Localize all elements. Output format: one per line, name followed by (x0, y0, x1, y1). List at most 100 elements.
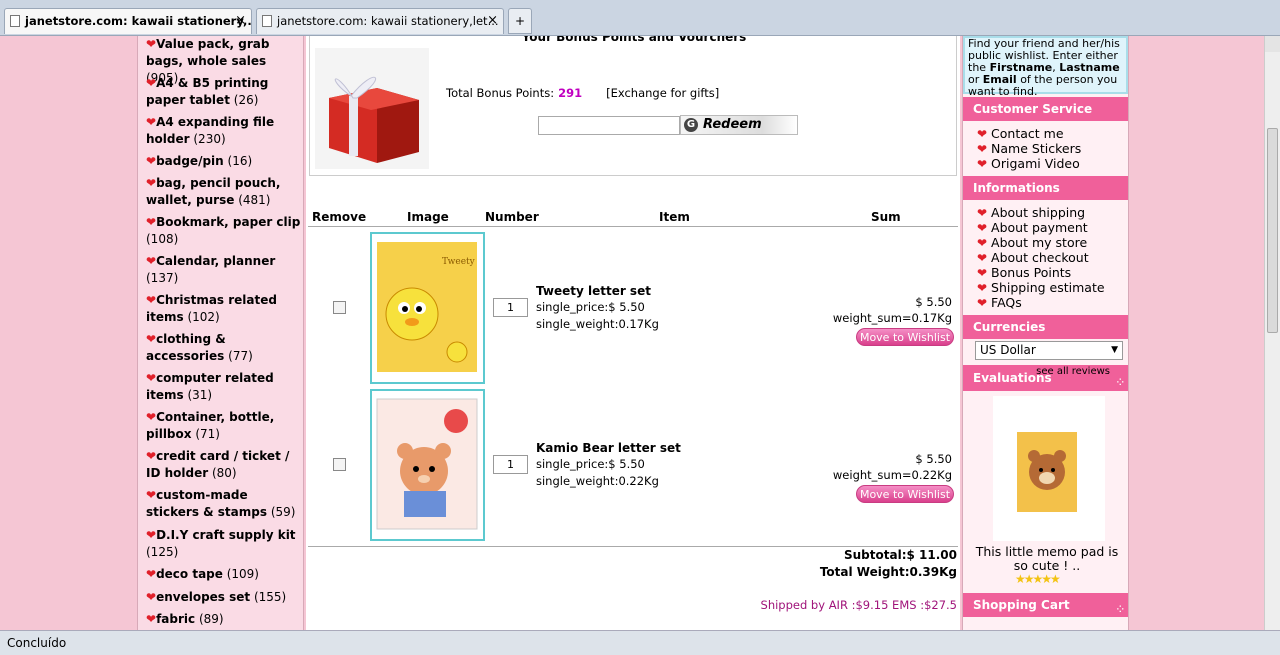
heart-icon: ❤ (146, 293, 157, 307)
category-link[interactable]: ❤bag, pencil pouch, wallet, purse (481) (146, 175, 301, 209)
see-all-reviews-link[interactable]: see all reviews (1036, 367, 1110, 377)
info-link[interactable]: ❤ Bonus Points (977, 265, 1071, 281)
product-image[interactable] (370, 389, 485, 541)
evaluations-heading: Evaluations see all reviews ⁘ (963, 365, 1128, 391)
category-count: (31) (187, 388, 213, 402)
currency-select[interactable]: US Dollar ▼ (975, 341, 1123, 360)
remove-checkbox[interactable] (333, 301, 346, 314)
header-item: Item (659, 210, 690, 224)
dots-icon: ⁘ (1116, 378, 1124, 388)
item-weight-sum: weight_sum=0.22Kg (832, 468, 952, 482)
heart-icon: ❤ (977, 127, 988, 141)
info-link[interactable]: ❤ About payment (977, 220, 1088, 236)
heart-icon: ❤ (977, 296, 988, 310)
category-name: badge/pin (156, 154, 224, 168)
product-details: single_price:$ 5.50 single_weight:0.22Kg (536, 456, 659, 490)
divider (308, 546, 958, 547)
link-label: About my store (991, 235, 1088, 250)
category-name: Calendar, planner (156, 254, 276, 268)
customer-service-heading: Customer Service (963, 97, 1128, 121)
heart-icon: ❤ (977, 281, 988, 295)
link-label: Origami Video (991, 156, 1080, 171)
heart-icon: ❤ (146, 371, 157, 385)
page-viewport: ❤Value pack, grab bags, whole sales (905… (0, 36, 1264, 630)
quantity-input[interactable]: 1 (493, 298, 528, 317)
shipping-cost: Shipped by AIR :$9.15 EMS :$27.5 (760, 598, 957, 612)
header-number: Number (485, 210, 539, 224)
heart-icon: ❤ (146, 37, 157, 51)
divider (308, 226, 958, 227)
info-link[interactable]: ❤ About checkout (977, 250, 1089, 266)
exchange-gifts-link[interactable]: [Exchange for gifts] (606, 86, 719, 100)
category-link[interactable]: ❤clothing & accessories (77) (146, 331, 301, 365)
product-name[interactable]: Tweety letter set (536, 284, 651, 298)
info-link[interactable]: ❤ Shipping estimate (977, 280, 1105, 296)
wishlist-finder-text: Find your friend and her/his public wish… (963, 36, 1128, 98)
category-link[interactable]: ❤computer related items (31) (146, 370, 301, 404)
category-link[interactable]: ❤fabric (89) (146, 611, 301, 628)
product-details: single_price:$ 5.50 single_weight:0.17Kg (536, 299, 659, 333)
new-tab-button[interactable]: + (508, 8, 532, 34)
category-name: Bookmark, paper clip (156, 215, 301, 229)
heart-icon: ❤ (146, 590, 157, 604)
category-link[interactable]: ❤A4 & B5 printing paper tablet (26) (146, 75, 301, 109)
shopping-cart-heading: Shopping Cart ⁘ (963, 593, 1128, 617)
tab-janetstore-1[interactable]: janetstore.com: kawaii stationery,... × (4, 8, 252, 34)
product-image[interactable]: Tweety (370, 232, 485, 384)
remove-checkbox[interactable] (333, 458, 346, 471)
category-link[interactable]: ❤D.I.Y craft supply kit (125) (146, 527, 301, 561)
category-link[interactable]: ❤Container, bottle, pillbox (71) (146, 409, 301, 443)
category-link[interactable]: ❤Christmas related items (102) (146, 292, 301, 326)
heart-icon: ❤ (977, 236, 988, 250)
link-name-stickers[interactable]: ❤ Name Stickers (977, 141, 1081, 157)
category-link[interactable]: ❤A4 expanding file holder (230) (146, 114, 301, 148)
category-link[interactable]: ❤envelopes set (155) (146, 589, 301, 606)
status-text: Concluído (7, 636, 67, 650)
vertical-scrollbar[interactable] (1264, 36, 1280, 630)
scroll-up-arrow[interactable] (1265, 36, 1280, 52)
heart-icon: ❤ (977, 206, 988, 220)
heart-icon: ❤ (146, 528, 157, 542)
header-image: Image (407, 210, 449, 224)
category-link[interactable]: ❤custom-made stickers & stamps (59) (146, 487, 301, 521)
category-count: (59) (270, 505, 296, 519)
category-count: (26) (233, 93, 259, 107)
heart-icon: ❤ (146, 215, 157, 229)
category-count: (77) (228, 349, 253, 363)
link-origami-video[interactable]: ❤ Origami Video (977, 156, 1080, 172)
category-name: Value pack, grab bags, whole sales (146, 37, 270, 68)
link-label: FAQs (991, 295, 1022, 310)
redeem-button[interactable]: G Redeem (680, 115, 798, 135)
item-sum: $ 5.50 weight_sum=0.22Kg (833, 451, 952, 483)
subtotal: Subtotal:$ 11.00 (844, 548, 957, 562)
info-link[interactable]: ❤ About shipping (977, 205, 1085, 221)
voucher-input[interactable] (538, 116, 680, 135)
scrollbar-thumb[interactable] (1267, 128, 1278, 333)
item-sum-value: $ 5.50 (915, 295, 952, 309)
heart-icon: ❤ (977, 142, 988, 156)
category-name: clothing & accessories (146, 332, 226, 363)
bonus-points-value: 291 (558, 86, 583, 100)
redeem-icon: G (684, 118, 698, 132)
category-link[interactable]: ❤Bookmark, paper clip (108) (146, 214, 301, 248)
status-bar: Concluído (0, 630, 1280, 655)
heart-icon: ❤ (146, 154, 157, 168)
close-icon[interactable]: × (235, 9, 246, 33)
category-link[interactable]: ❤deco tape (109) (146, 566, 301, 583)
info-link[interactable]: ❤ About my store (977, 235, 1087, 251)
category-link[interactable]: ❤Calendar, planner (137) (146, 253, 301, 287)
product-name[interactable]: Kamio Bear letter set (536, 441, 681, 455)
category-link[interactable]: ❤badge/pin (16) (146, 153, 301, 170)
move-to-wishlist-button[interactable]: Move to Wishlist (856, 485, 954, 503)
shopping-cart-label: Shopping Cart (973, 598, 1070, 612)
close-icon[interactable]: × (487, 9, 498, 33)
single-weight: single_weight:0.17Kg (536, 317, 659, 331)
quantity-input[interactable]: 1 (493, 455, 528, 474)
informations-heading: Informations (963, 176, 1128, 200)
info-link[interactable]: ❤ FAQs (977, 295, 1022, 311)
category-count: (71) (195, 427, 220, 441)
move-to-wishlist-button[interactable]: Move to Wishlist (856, 328, 954, 346)
link-contact-me[interactable]: ❤ Contact me (977, 126, 1064, 142)
tab-janetstore-2[interactable]: janetstore.com: kawaii stationery,let...… (256, 8, 504, 34)
category-link[interactable]: ❤credit card / ticket / ID holder (80) (146, 448, 301, 482)
